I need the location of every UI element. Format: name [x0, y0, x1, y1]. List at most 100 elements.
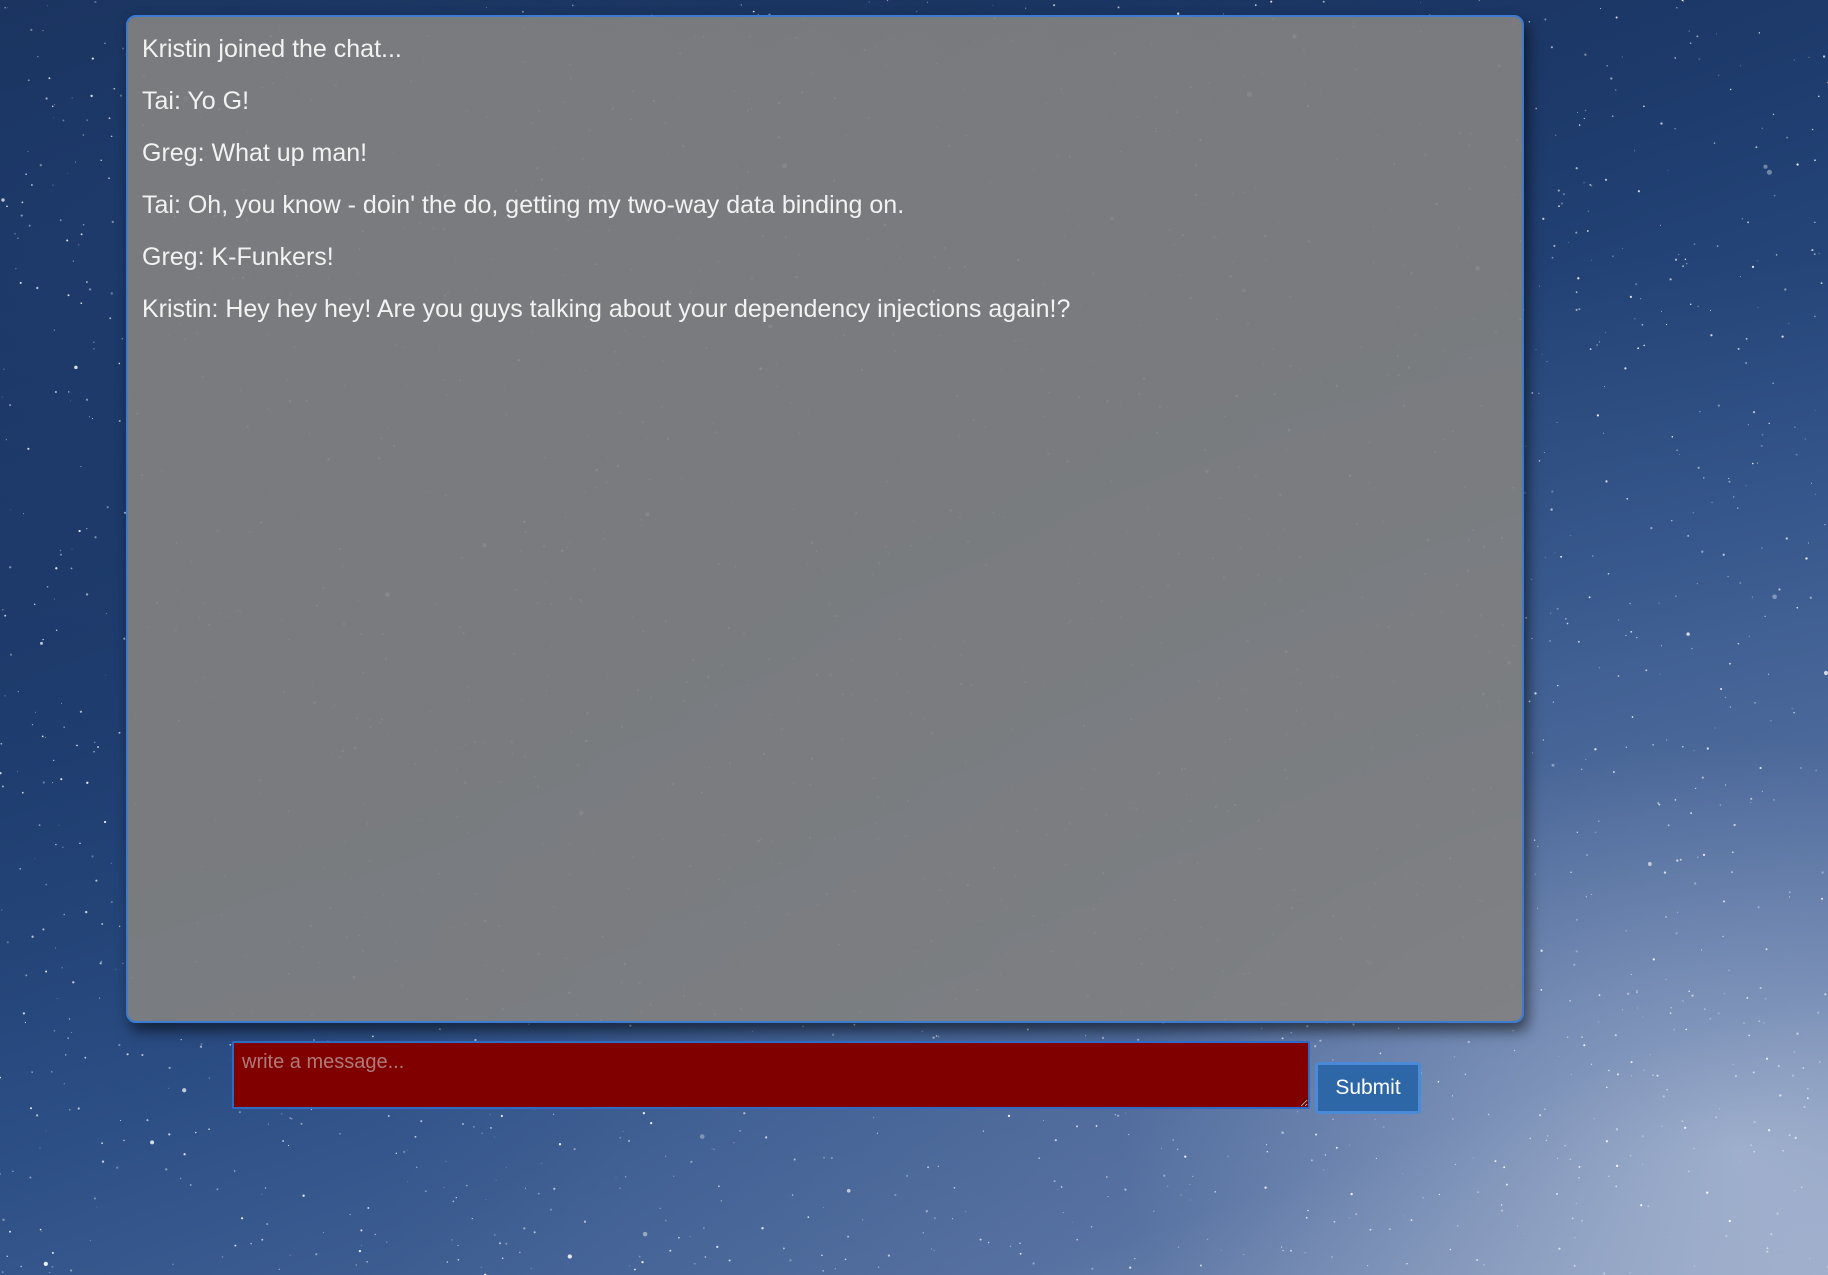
star: [1032, 1262, 1035, 1265]
star: [67, 294, 70, 297]
star: [1596, 414, 1600, 417]
star: [1575, 167, 1578, 170]
star: [1817, 1011, 1820, 1014]
star: [1676, 859, 1679, 862]
star: [1577, 277, 1580, 280]
star: [75, 161, 76, 163]
star: [12, 1170, 14, 1172]
star: [51, 1071, 53, 1073]
star: [1584, 53, 1587, 56]
star: [110, 862, 112, 864]
message-input[interactable]: [232, 1041, 1310, 1109]
star: [1529, 1137, 1531, 1139]
star: [30, 28, 33, 32]
star: [1575, 918, 1578, 921]
star: [1739, 1160, 1741, 1162]
star: [1583, 182, 1585, 184]
star: [1163, 1174, 1166, 1177]
star: [1598, 820, 1600, 822]
star: [495, 1179, 497, 1181]
star: [1383, 1126, 1385, 1128]
star: [3, 368, 5, 370]
star: [25, 974, 28, 977]
star: [56, 998, 58, 999]
star: [52, 782, 54, 784]
star: [925, 1210, 928, 1213]
star: [1772, 382, 1774, 384]
star: [1824, 993, 1827, 996]
star: [1702, 853, 1706, 857]
star: [1558, 1055, 1559, 1057]
star: [572, 4, 574, 7]
star: [1739, 582, 1742, 584]
star: [524, 1187, 527, 1189]
star: [834, 1268, 836, 1270]
star: [452, 1200, 455, 1203]
star: [1661, 1125, 1663, 1127]
star: [1117, 1114, 1120, 1117]
star: [1586, 230, 1589, 232]
star: [7, 7, 9, 9]
star: [66, 239, 69, 242]
star: [105, 674, 106, 676]
star: [1772, 113, 1775, 116]
star: [457, 1259, 460, 1261]
star: [126, 1053, 129, 1056]
star: [1818, 252, 1820, 254]
star: [1737, 642, 1740, 645]
star: [1026, 1028, 1029, 1031]
star: [1706, 1191, 1709, 1194]
star: [877, 1266, 880, 1268]
star: [1691, 994, 1694, 997]
star: [1775, 254, 1778, 256]
star: [1524, 445, 1527, 447]
star: [1781, 335, 1784, 338]
star: [519, 1251, 521, 1253]
star: [53, 759, 55, 761]
star: [1785, 537, 1788, 540]
star: [0, 772, 2, 775]
star: [659, 1207, 661, 1209]
star: [49, 1271, 51, 1274]
submit-button[interactable]: Submit: [1315, 1062, 1421, 1114]
star: [1019, 1242, 1021, 1245]
star: [1570, 871, 1572, 873]
star: [85, 398, 89, 401]
star: [1505, 1183, 1508, 1186]
star: [1255, 4, 1257, 6]
star: [1667, 170, 1669, 172]
star: [1613, 771, 1615, 773]
star: [1719, 804, 1721, 806]
star: [868, 1, 870, 3]
star: [1472, 1157, 1474, 1159]
star: [1552, 701, 1554, 703]
star: [1172, 1139, 1174, 1141]
star: [109, 317, 112, 320]
star: [1467, 1040, 1470, 1044]
star: [704, 1256, 707, 1258]
star: [1631, 716, 1634, 718]
star: [67, 1037, 69, 1039]
star: [1554, 134, 1557, 137]
star: [1483, 1264, 1485, 1266]
star: [953, 1186, 956, 1189]
star: [1757, 906, 1760, 909]
star: [1560, 202, 1563, 205]
star: [96, 1206, 98, 1208]
star: [1662, 1095, 1665, 1098]
star: [1759, 986, 1762, 990]
star: [1724, 784, 1727, 786]
star: [751, 1030, 753, 1032]
star: [108, 117, 111, 120]
star: [1557, 684, 1559, 687]
star: [1691, 648, 1693, 650]
star: [873, 1117, 875, 1119]
star: [669, 1249, 672, 1252]
star: [35, 1114, 39, 1117]
star: [119, 94, 123, 97]
star: [693, 1262, 696, 1265]
star: [1541, 353, 1543, 355]
star: [1596, 344, 1598, 346]
star: [1674, 57, 1677, 59]
star: [358, 1249, 362, 1253]
